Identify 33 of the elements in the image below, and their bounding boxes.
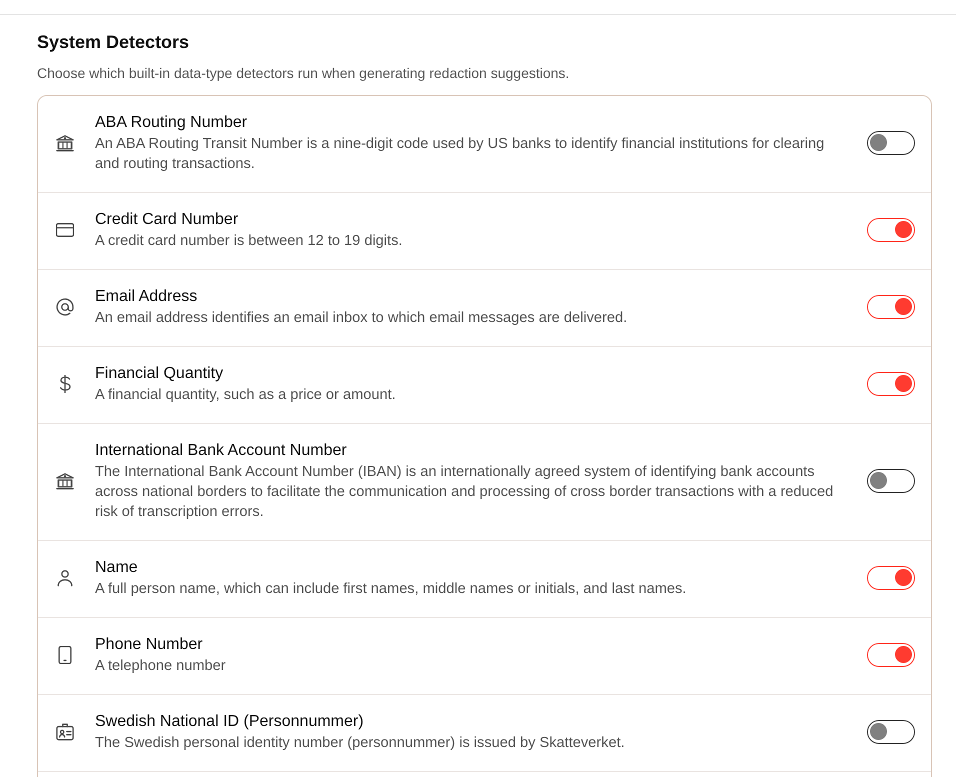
toggle-switch[interactable]	[867, 566, 915, 590]
toggle-switch[interactable]	[867, 720, 915, 744]
bank-building-icon	[56, 472, 74, 490]
detector-name: Financial Quantity	[95, 364, 224, 384]
credit-card-icon	[56, 221, 74, 239]
detector-description: The International Bank Account Number (IBAN) is an internationally agreed system of identifying bank accounts across national borders to facilitate the communication and processing of cross border transactions with a reduced risk of transcription errors.	[95, 463, 834, 522]
phone-icon	[56, 646, 74, 664]
detector-description: The Swedish personal identity number (personnummer) is issued by Skatteverket.	[95, 734, 626, 753]
detector-name: Credit Card Number	[95, 210, 238, 230]
detector-description: An ABA Routing Transit Number is a nine-digit code used by US banks to identify financial institutions for clearing and routing transactions.	[95, 135, 826, 174]
bank-building-icon	[56, 134, 74, 152]
toggle-switch[interactable]	[867, 218, 915, 242]
detector-description: A credit card number is between 12 to 19 digits.	[95, 232, 404, 251]
detector-description: A telephone number	[95, 657, 227, 676]
detector-name: Swedish National ID (Personnummer)	[95, 712, 364, 732]
detector-description: A financial quantity, such as a price or amount.	[95, 386, 397, 405]
at-sign-icon	[56, 298, 74, 316]
detector-name: Name	[95, 558, 138, 578]
toggle-switch[interactable]	[867, 131, 915, 155]
id-badge-icon	[56, 723, 74, 741]
detector-description: A full person name, which can include first names, middle names or initials, and last names.	[95, 580, 688, 599]
person-icon	[56, 569, 74, 587]
section-title: System Detectors	[37, 31, 190, 54]
toggle-switch[interactable]	[867, 469, 915, 493]
section-description: Choose which built-in data-type detectors run when generating redaction suggestions.	[37, 64, 570, 83]
detector-description: An email address identifies an email inbox to which email messages are delivered.	[95, 309, 628, 328]
toggle-switch[interactable]	[867, 643, 915, 667]
detector-name: Email Address	[95, 287, 198, 307]
detector-name: International Bank Account Number	[95, 441, 347, 461]
detector-name: ABA Routing Number	[95, 113, 248, 133]
toggle-switch[interactable]	[867, 295, 915, 319]
toggle-switch[interactable]	[867, 372, 915, 396]
detector-name: Phone Number	[95, 635, 203, 655]
